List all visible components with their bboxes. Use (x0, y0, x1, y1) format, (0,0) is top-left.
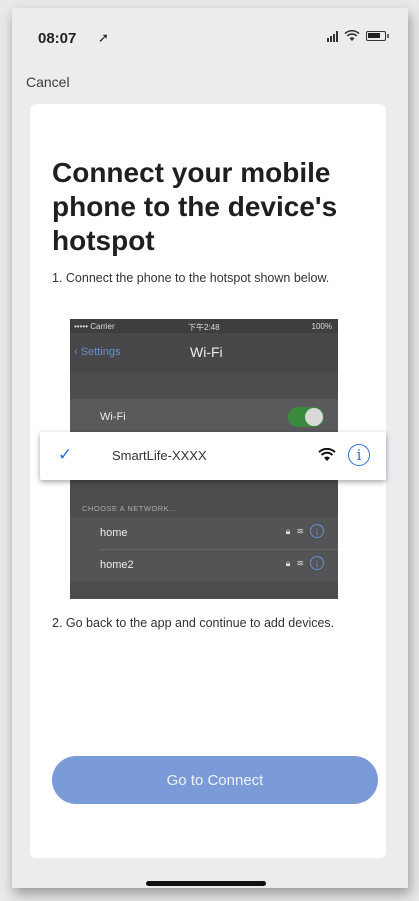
step-two-text: 2. Go back to the app and continue to ad… (52, 616, 335, 630)
lock-icon: 🔒︎ (285, 525, 291, 536)
status-bar: 08:07 ➚ (12, 8, 408, 60)
phone-screen: 08:07 ➚ Cancel Connect your mobile phone… (12, 8, 408, 888)
info-icon: i (310, 556, 324, 570)
hotspot-network-row: ✓ SmartLife-XXXX i (40, 432, 386, 480)
signal-icon (327, 30, 338, 42)
illustration-network-name: home2 (100, 559, 134, 571)
illustration-nav: ‹ Settings Wi-Fi (70, 333, 338, 373)
illustration-status-bar: ••••• Carrier 下午2:48 100% (70, 319, 338, 333)
illustration-wifi-label: Wi-Fi (100, 411, 126, 423)
info-icon: i (348, 444, 370, 466)
illustration-battery: 100% (311, 322, 332, 331)
battery-icon (366, 31, 389, 41)
illustration-wifi-row: Wi-Fi (70, 399, 338, 435)
status-time: 08:07 (38, 30, 77, 47)
illustration-time: 下午2:48 (188, 323, 220, 332)
wifi-icon: ≋ (296, 557, 304, 568)
illustration-choose-network: CHOOSE A NETWORK... (82, 504, 177, 513)
status-icons (327, 30, 389, 42)
home-indicator[interactable] (146, 881, 266, 886)
illustration-network-icons: 🔒︎ ≋ i (286, 524, 324, 538)
illustration-network-name: home (100, 527, 128, 539)
illustration-network-icons: 🔒︎ ≋ i (286, 556, 324, 570)
info-icon: i (310, 524, 324, 538)
instruction-card: Connect your mobile phone to the device'… (30, 104, 386, 858)
checkmark-icon: ✓ (58, 445, 73, 464)
lock-icon: 🔒︎ (285, 557, 291, 568)
illustration-title: Wi-Fi (190, 344, 223, 360)
illustration-network-row: home2 🔒︎ ≋ i (70, 549, 338, 581)
wifi-icon (344, 30, 360, 41)
illustration-carrier: ••••• Carrier (74, 322, 115, 331)
go-to-connect-button[interactable]: Go to Connect (52, 756, 378, 804)
location-icon: ➚ (98, 30, 109, 45)
illustration-wifi-toggle (288, 407, 324, 427)
illustration-network-row: home 🔒︎ ≋ i (70, 517, 338, 549)
divider (100, 549, 338, 550)
illustration-back: ‹ Settings (74, 346, 121, 358)
step-one-text: 1. Connect the phone to the hotspot show… (52, 271, 330, 285)
hotspot-ssid: SmartLife-XXXX (112, 448, 207, 463)
page-title: Connect your mobile phone to the device'… (52, 157, 338, 256)
illustration-back-label: Settings (80, 346, 121, 358)
cancel-button[interactable]: Cancel (26, 74, 70, 90)
wifi-icon (318, 448, 336, 461)
wifi-icon: ≋ (296, 525, 304, 536)
